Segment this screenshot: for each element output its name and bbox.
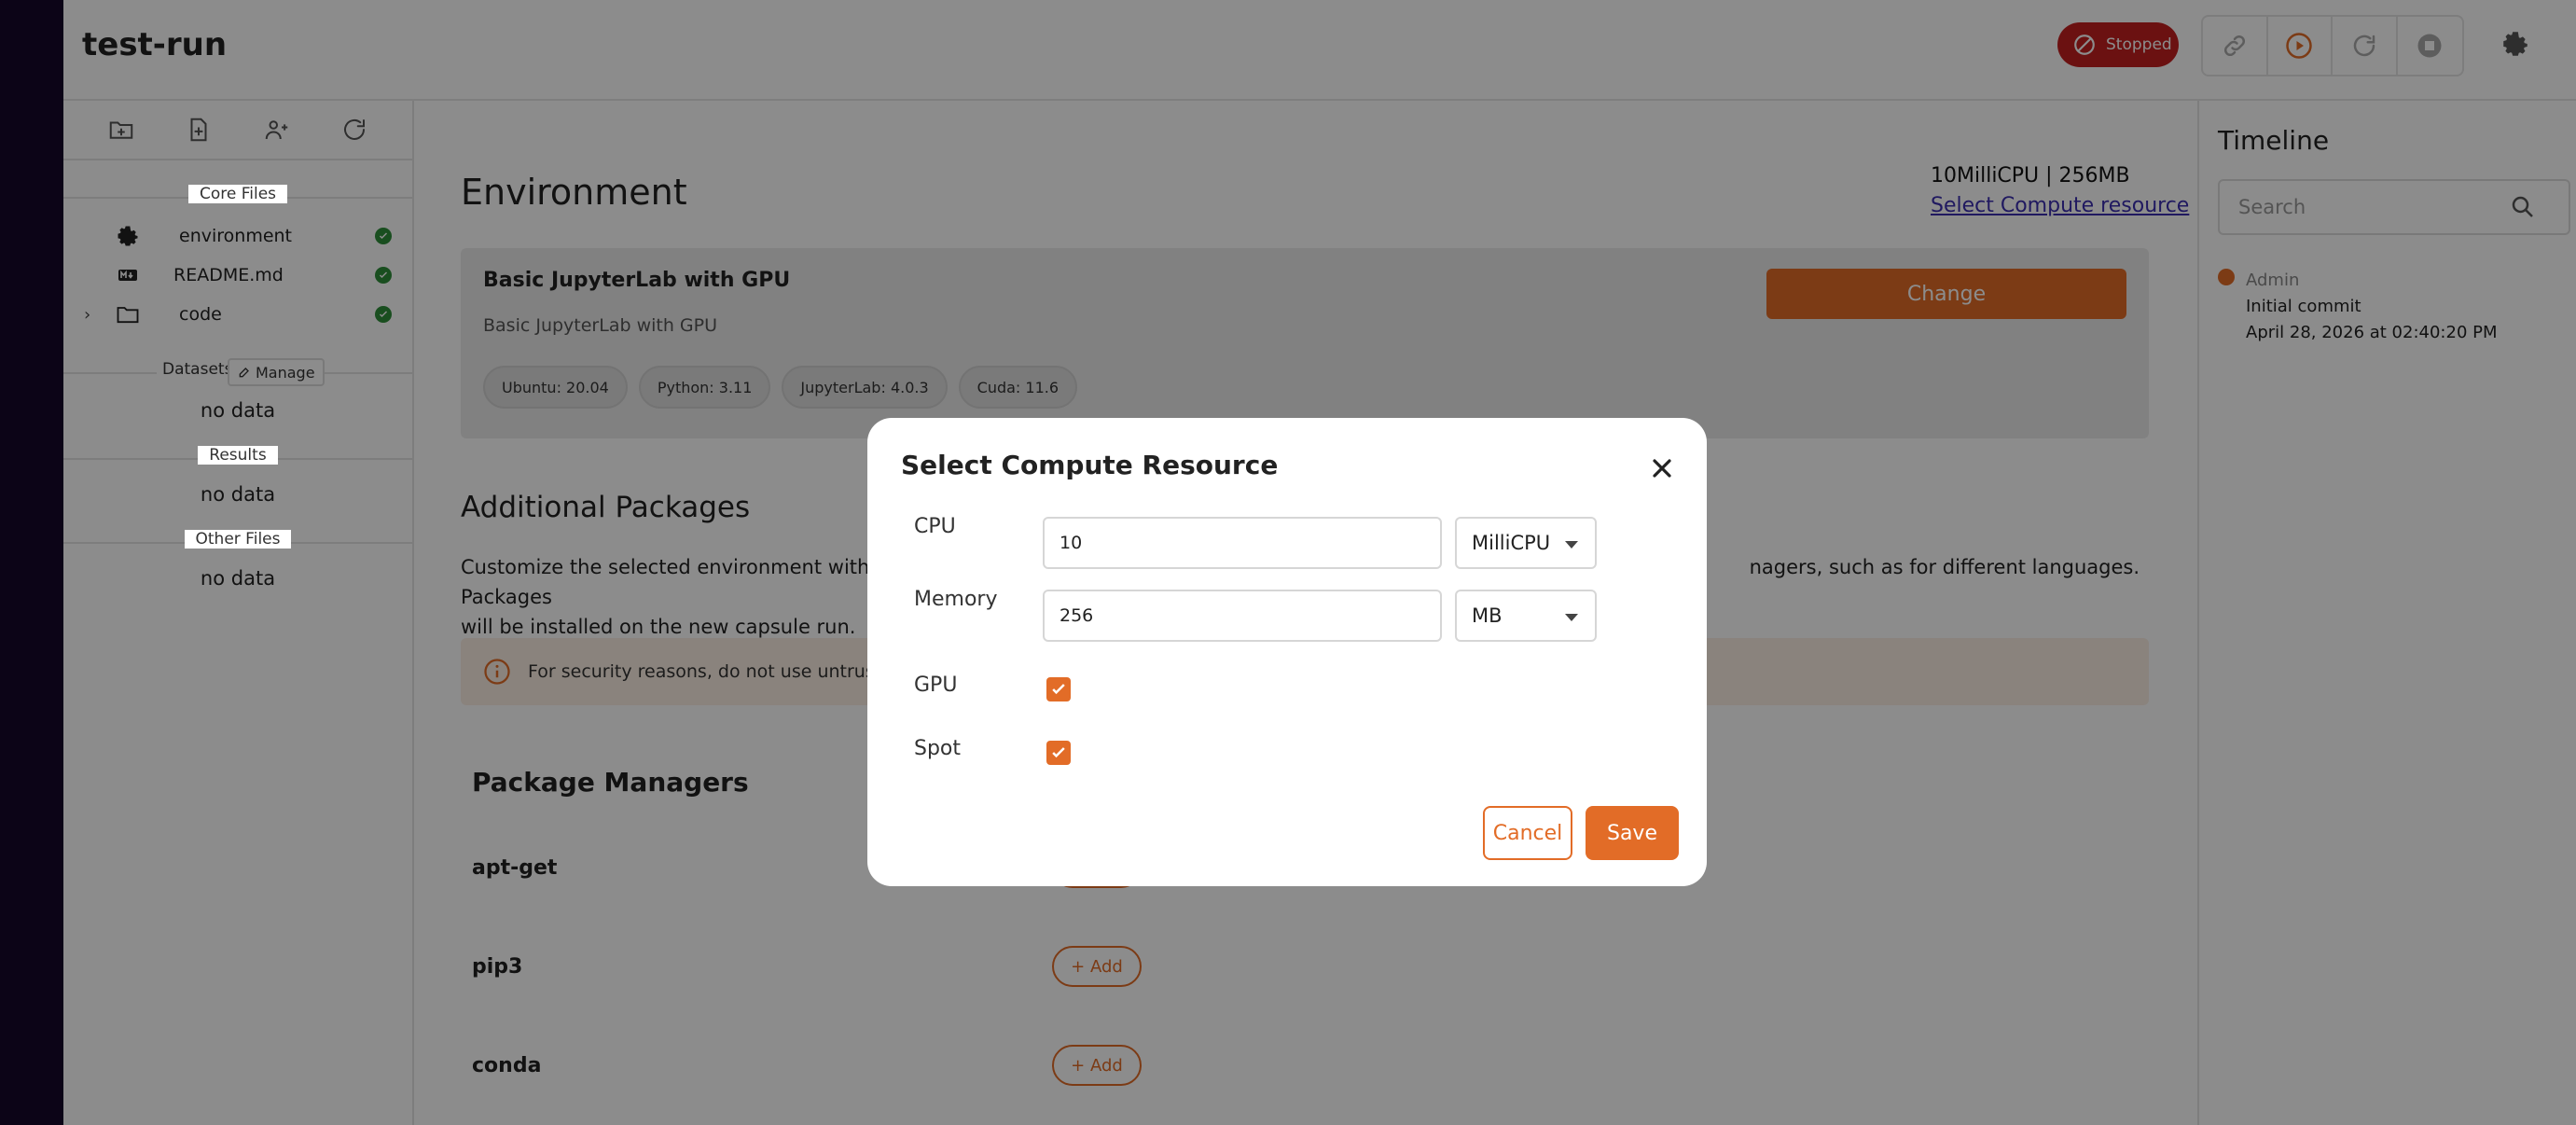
cancel-button[interactable]: Cancel xyxy=(1483,806,1572,860)
app-root: test-run Stopped Core Files environment … xyxy=(0,0,2576,1125)
cpu-unit-select[interactable]: MilliCPU xyxy=(1455,517,1597,569)
memory-unit-value: MB xyxy=(1472,604,1503,627)
chevron-down-icon xyxy=(1565,541,1578,549)
memory-input[interactable] xyxy=(1043,590,1442,642)
spot-label: Spot xyxy=(914,737,962,760)
save-button[interactable]: Save xyxy=(1586,806,1679,860)
modal-title: Select Compute Resource xyxy=(901,450,1279,480)
cpu-input[interactable] xyxy=(1043,517,1442,569)
memory-label: Memory xyxy=(914,588,998,611)
gpu-checkbox[interactable] xyxy=(1046,677,1071,701)
cpu-label: CPU xyxy=(914,515,956,538)
cpu-unit-value: MilliCPU xyxy=(1472,532,1551,554)
chevron-down-icon xyxy=(1565,614,1578,621)
check-icon xyxy=(1052,747,1065,758)
memory-unit-select[interactable]: MB xyxy=(1455,590,1597,642)
select-compute-resource-modal: Select Compute Resource CPU MilliCPU Mem… xyxy=(867,418,1707,886)
check-icon xyxy=(1052,684,1065,695)
spot-checkbox[interactable] xyxy=(1046,741,1071,765)
close-icon[interactable] xyxy=(1647,453,1677,483)
gpu-label: GPU xyxy=(914,674,958,697)
